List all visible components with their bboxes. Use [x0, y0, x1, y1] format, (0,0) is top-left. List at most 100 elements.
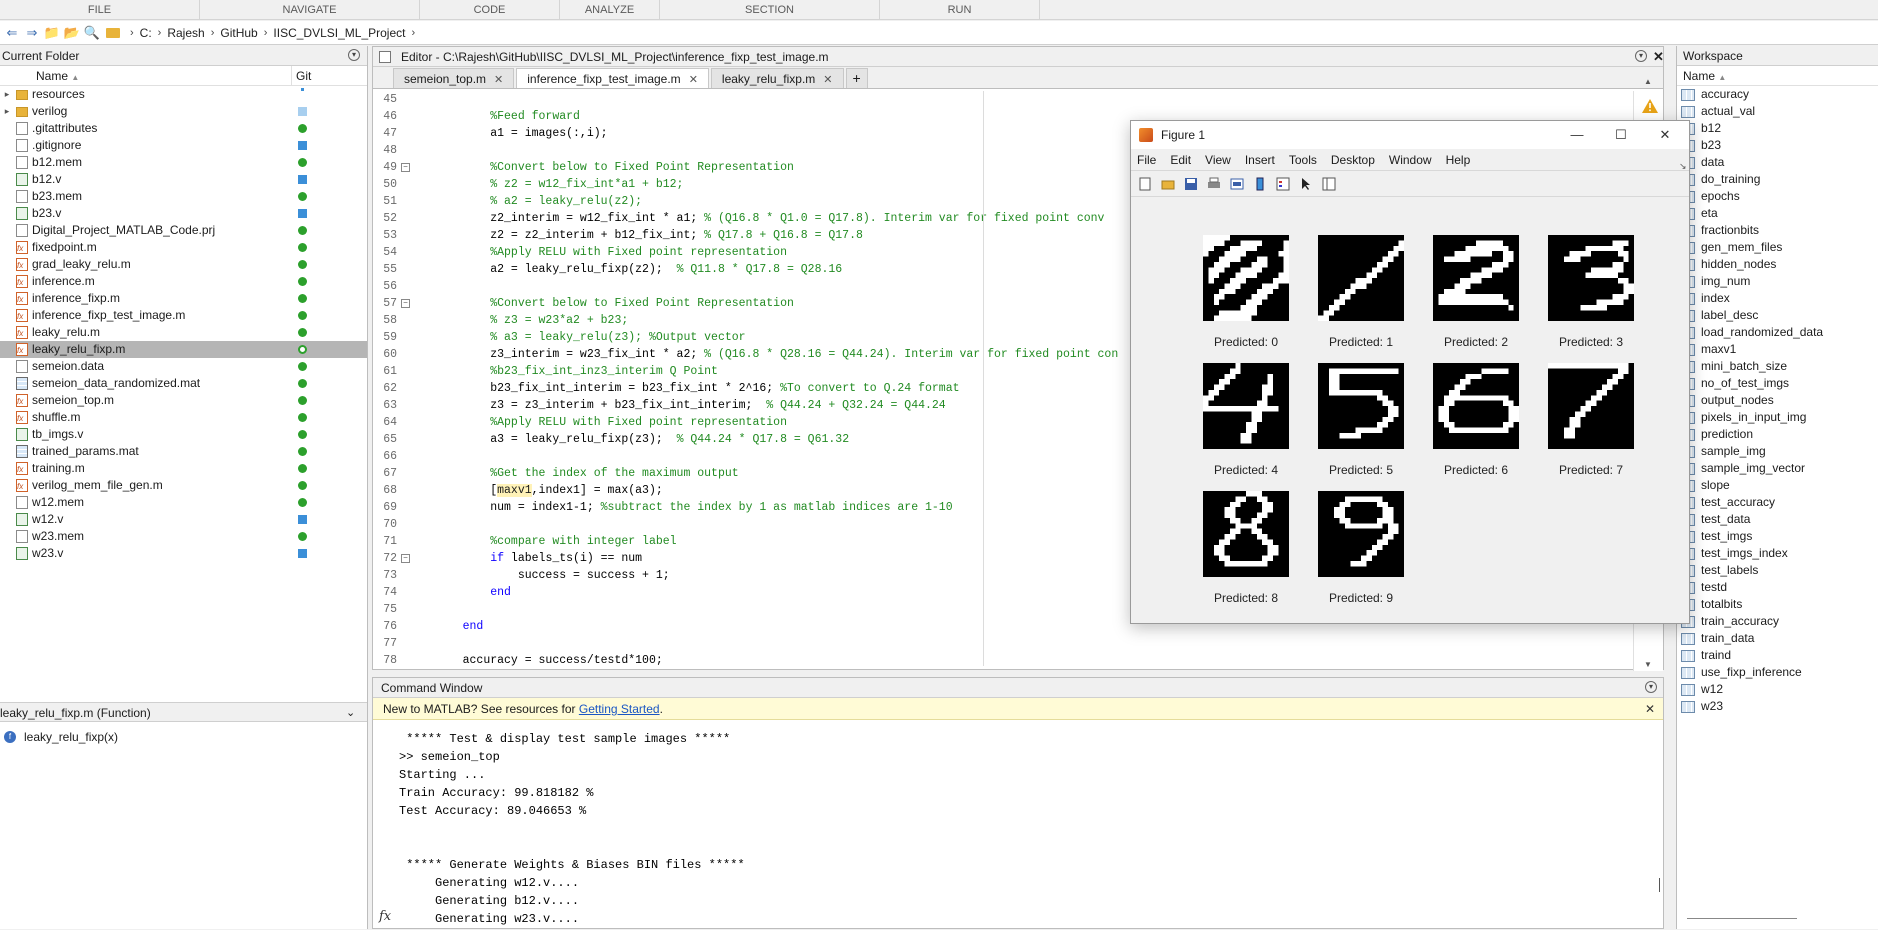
- figure-menu-view[interactable]: View: [1205, 153, 1231, 167]
- figure-canvas[interactable]: Predicted: 0 Predicted: 1 Predicted: 2 Pred…: [1131, 197, 1689, 623]
- ribbon-tab-file[interactable]: FILE: [0, 0, 200, 20]
- workspace-variable[interactable]: data: [1677, 154, 1878, 171]
- workspace-variable[interactable]: output_nodes: [1677, 392, 1878, 409]
- scrollbar-thumb[interactable]: [1687, 918, 1797, 919]
- ribbon-tab-navigate[interactable]: NAVIGATE: [200, 0, 420, 20]
- file-list-item[interactable]: b12.v: [0, 171, 367, 188]
- forward-arrow-icon[interactable]: ⇒: [22, 23, 42, 43]
- open-file-icon[interactable]: [1158, 175, 1178, 193]
- workspace-variable[interactable]: b23: [1677, 137, 1878, 154]
- file-list-item[interactable]: b23.v: [0, 205, 367, 222]
- breadcrumb-item[interactable]: Rajesh: [167, 26, 204, 40]
- workspace-variable[interactable]: actual_val: [1677, 103, 1878, 120]
- file-list-item[interactable]: inference.m: [0, 273, 367, 291]
- digit-image[interactable]: [1318, 235, 1404, 321]
- workspace-variable[interactable]: testd: [1677, 579, 1878, 596]
- workspace-variable[interactable]: train_accuracy: [1677, 613, 1878, 630]
- code-line[interactable]: 78 accuracy = success/testd*100;: [373, 652, 1635, 669]
- workspace-variable[interactable]: gen_mem_files: [1677, 239, 1878, 256]
- file-list-item[interactable]: semeion.data: [0, 358, 367, 375]
- file-list-item[interactable]: Digital_Project_MATLAB_Code.prj: [0, 222, 367, 239]
- file-list-item[interactable]: w23.v: [0, 545, 367, 562]
- save-icon[interactable]: [1181, 175, 1201, 193]
- file-list-item[interactable]: inference_fixp_test_image.m: [0, 307, 367, 325]
- workspace-variable[interactable]: do_training: [1677, 171, 1878, 188]
- figure-menu-desktop[interactable]: Desktop: [1331, 153, 1375, 167]
- git-column-header[interactable]: Git: [292, 66, 311, 85]
- details-function-signature[interactable]: leaky_relu_fixp(x): [24, 730, 118, 744]
- editor-tab[interactable]: leaky_relu_fixp.m ✕: [710, 68, 844, 88]
- file-list-item[interactable]: leaky_relu.m: [0, 324, 367, 342]
- workspace-variable[interactable]: test_imgs_index: [1677, 545, 1878, 562]
- workspace-variable[interactable]: accuracy: [1677, 86, 1878, 103]
- workspace-variable[interactable]: sample_img_vector: [1677, 460, 1878, 477]
- breadcrumb-item[interactable]: C:: [140, 26, 152, 40]
- figure-menu-window[interactable]: Window: [1389, 153, 1432, 167]
- breadcrumb-item[interactable]: GitHub: [220, 26, 257, 40]
- digit-image[interactable]: [1318, 363, 1404, 449]
- scroll-down-icon[interactable]: ▼: [1644, 660, 1652, 669]
- file-list-item[interactable]: grad_leaky_relu.m: [0, 256, 367, 274]
- workspace-variable[interactable]: w23: [1677, 698, 1878, 715]
- file-list-item[interactable]: w12.mem: [0, 494, 367, 511]
- ribbon-tab-run[interactable]: RUN: [880, 0, 1040, 20]
- file-list-item[interactable]: b12.mem: [0, 154, 367, 171]
- workspace-variable[interactable]: fractionbits: [1677, 222, 1878, 239]
- ribbon-tab-section[interactable]: SECTION: [660, 0, 880, 20]
- digit-image[interactable]: [1318, 491, 1404, 577]
- code-line[interactable]: 77: [373, 635, 1635, 652]
- file-list-item[interactable]: w23.mem: [0, 528, 367, 545]
- breadcrumb-item[interactable]: IISC_DVLSI_ML_Project: [273, 26, 405, 40]
- expand-arrow-icon[interactable]: ▸: [0, 103, 14, 120]
- close-editor-icon[interactable]: ✕: [1653, 47, 1664, 67]
- maximize-icon[interactable]: ☐: [1599, 121, 1643, 149]
- figure-menu-insert[interactable]: Insert: [1245, 153, 1275, 167]
- panel-menu-icon[interactable]: ▾: [1645, 681, 1657, 693]
- workspace-variable[interactable]: sample_img: [1677, 443, 1878, 460]
- fold-toggle-icon[interactable]: −: [401, 554, 410, 563]
- file-list-item[interactable]: b23.mem: [0, 188, 367, 205]
- search-folder-icon[interactable]: 🔍: [82, 23, 102, 43]
- print-icon[interactable]: [1204, 175, 1224, 193]
- workspace-variable[interactable]: prediction: [1677, 426, 1878, 443]
- file-list-item[interactable]: leaky_relu_fixp.m: [0, 341, 367, 359]
- workspace-variable[interactable]: mini_batch_size: [1677, 358, 1878, 375]
- close-banner-icon[interactable]: ✕: [1645, 698, 1655, 720]
- workspace-variable[interactable]: test_accuracy: [1677, 494, 1878, 511]
- command-output[interactable]: ***** Test & display test sample images …: [373, 722, 1663, 930]
- new-tab-icon[interactable]: +: [845, 68, 868, 88]
- getting-started-link[interactable]: Getting Started: [579, 702, 660, 716]
- workspace-variable[interactable]: maxv1: [1677, 341, 1878, 358]
- insert-legend-icon[interactable]: [1273, 175, 1293, 193]
- scrollbar-thumb[interactable]: [1659, 878, 1660, 892]
- workspace-variable[interactable]: img_num: [1677, 273, 1878, 290]
- expand-arrow-icon[interactable]: ▸: [0, 86, 14, 103]
- workspace-variable[interactable]: b12: [1677, 120, 1878, 137]
- digit-image[interactable]: [1203, 363, 1289, 449]
- file-list-item[interactable]: trained_params.mat: [0, 443, 367, 460]
- workspace-variable[interactable]: no_of_test_imgs: [1677, 375, 1878, 392]
- close-tab-icon[interactable]: ✕: [823, 74, 832, 86]
- workspace-variable[interactable]: test_data: [1677, 511, 1878, 528]
- file-list-item[interactable]: .gitattributes: [0, 120, 367, 137]
- property-inspector-icon[interactable]: [1319, 175, 1339, 193]
- close-tab-icon[interactable]: ✕: [689, 74, 698, 86]
- close-tab-icon[interactable]: ✕: [494, 74, 503, 86]
- figure-menu-file[interactable]: File: [1137, 153, 1156, 167]
- workspace-variable[interactable]: pixels_in_input_img: [1677, 409, 1878, 426]
- digit-image[interactable]: [1548, 363, 1634, 449]
- figure-menu-edit[interactable]: Edit: [1170, 153, 1191, 167]
- close-icon[interactable]: ✕: [1643, 121, 1687, 149]
- file-list-item[interactable]: verilog_mem_file_gen.m: [0, 477, 367, 495]
- digit-image[interactable]: [1203, 235, 1289, 321]
- dock-arrow-icon[interactable]: ↘: [1679, 161, 1687, 172]
- workspace-variable[interactable]: hidden_nodes: [1677, 256, 1878, 273]
- file-list-item[interactable]: semeion_data_randomized.mat: [0, 375, 367, 392]
- workspace-variable[interactable]: test_imgs: [1677, 528, 1878, 545]
- scroll-up-icon[interactable]: ▲: [1644, 77, 1652, 86]
- workspace-variable[interactable]: test_labels: [1677, 562, 1878, 579]
- workspace-variable[interactable]: slope: [1677, 477, 1878, 494]
- back-arrow-icon[interactable]: ⇐: [2, 23, 22, 43]
- ribbon-tab-analyze[interactable]: ANALYZE: [560, 0, 660, 20]
- panel-menu-icon[interactable]: ▾: [348, 49, 360, 61]
